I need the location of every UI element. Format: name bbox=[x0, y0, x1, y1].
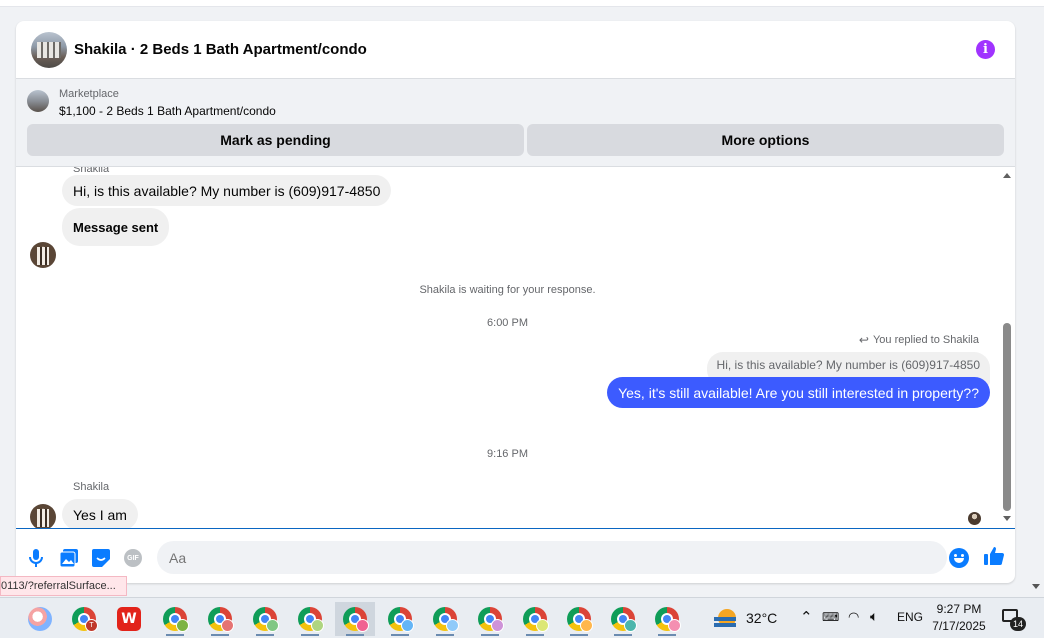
chrome-icon[interactable] bbox=[647, 602, 687, 636]
weather-icon[interactable] bbox=[714, 609, 738, 629]
sender-avatar[interactable] bbox=[30, 504, 56, 528]
browser-top-edge bbox=[0, 0, 1044, 7]
marketplace-banner: Marketplace $1,100 - 2 Beds 1 Bath Apart… bbox=[16, 79, 1015, 167]
reply-icon: ↩ bbox=[858, 333, 869, 347]
mark-as-pending-button[interactable]: Mark as pending bbox=[27, 124, 524, 156]
chat-window: Shakila · 2 Beds 1 Bath Apartment/condo … bbox=[16, 21, 1015, 583]
gif-icon[interactable]: GIF bbox=[123, 548, 143, 568]
incoming-message[interactable]: Hi, is this available? My number is (609… bbox=[62, 175, 392, 206]
timestamp: 6:00 PM bbox=[487, 317, 528, 329]
notification-count: 14 bbox=[1010, 617, 1026, 631]
status-url-text: 0113/?referralSurface... bbox=[1, 580, 116, 592]
sender-avatar[interactable] bbox=[30, 242, 56, 268]
thumbs-up-icon[interactable] bbox=[984, 546, 1004, 566]
waiting-response-notice: Shakila is waiting for your response. bbox=[419, 284, 596, 296]
chrome-icon[interactable] bbox=[155, 602, 195, 636]
chrome-icon[interactable] bbox=[515, 602, 555, 636]
clock-date: 7/17/2025 bbox=[932, 619, 986, 633]
emoji-icon[interactable] bbox=[949, 548, 969, 568]
temperature[interactable]: 32°C bbox=[746, 610, 777, 626]
chrome-icon[interactable] bbox=[245, 602, 285, 636]
wps-glyph: W bbox=[117, 607, 141, 631]
replied-to-text: You replied to Shakila bbox=[872, 334, 979, 346]
language-indicator[interactable]: ENG bbox=[897, 610, 923, 624]
wifi-icon[interactable]: ◠ bbox=[848, 609, 859, 625]
listing-avatar[interactable] bbox=[31, 31, 67, 68]
sender-name: Shakila bbox=[73, 481, 110, 493]
outgoing-message[interactable]: Yes, it's still available! Are you still… bbox=[607, 377, 990, 408]
gif-label: GIF bbox=[124, 549, 142, 567]
more-options-button[interactable]: More options bbox=[527, 124, 1004, 156]
chrome-icon[interactable] bbox=[603, 602, 643, 636]
chrome-icon[interactable] bbox=[380, 602, 420, 636]
photo-icon[interactable] bbox=[59, 548, 79, 568]
message-list[interactable]: Shakila Hi, is this available? My number… bbox=[16, 167, 1015, 528]
seen-indicator-avatar bbox=[968, 512, 981, 525]
chrome-icon[interactable] bbox=[425, 602, 465, 636]
timestamp: 9:16 PM bbox=[487, 448, 528, 460]
message-input[interactable] bbox=[157, 541, 947, 574]
scroll-down-arrow-icon[interactable] bbox=[1003, 516, 1011, 521]
info-icon[interactable]: i bbox=[976, 40, 995, 59]
volume-icon[interactable]: 🔈︎ bbox=[870, 608, 878, 625]
chevron-up-icon[interactable]: ⌃ bbox=[800, 608, 813, 626]
incoming-message[interactable]: Message sent bbox=[62, 208, 170, 246]
sticker-icon[interactable] bbox=[91, 548, 111, 568]
chrome-icon[interactable] bbox=[290, 602, 330, 636]
chat-title[interactable]: Shakila · 2 Beds 1 Bath Apartment/condo bbox=[74, 41, 367, 58]
paint-icon[interactable] bbox=[20, 602, 60, 636]
chrome-icon[interactable] bbox=[470, 602, 510, 636]
sender-name-cut: Shakila bbox=[73, 167, 110, 175]
notification-icon[interactable]: 14 bbox=[1002, 607, 1026, 631]
marketplace-label: Marketplace bbox=[59, 88, 119, 100]
microphone-icon[interactable] bbox=[26, 548, 46, 568]
clock[interactable]: 9:27 PM 7/17/2025 bbox=[928, 601, 990, 635]
chrome-icon[interactable] bbox=[559, 602, 599, 636]
chrome-icon[interactable] bbox=[335, 602, 375, 636]
clock-time: 9:27 PM bbox=[936, 602, 982, 616]
replied-to-label: ↩ You replied to Shakila bbox=[859, 333, 979, 347]
page-scroll-down-icon[interactable] bbox=[1032, 584, 1040, 589]
scroll-thumb[interactable] bbox=[1003, 323, 1011, 511]
incoming-message[interactable]: Yes I am bbox=[62, 499, 138, 528]
wps-office-icon[interactable]: W bbox=[109, 602, 149, 636]
message-composer: GIF bbox=[16, 528, 1015, 583]
status-bar-url: 0113/?referralSurface... bbox=[0, 576, 127, 596]
listing-title[interactable]: $1,100 - 2 Beds 1 Bath Apartment/condo bbox=[59, 104, 276, 118]
chrome-icon[interactable]: T bbox=[64, 602, 104, 636]
chat-header: Shakila · 2 Beds 1 Bath Apartment/condo … bbox=[16, 21, 1015, 79]
listing-thumbnail[interactable] bbox=[27, 90, 49, 112]
windows-taskbar: T W 32°C ⌃ ⌨ ◠ 🔈︎ ENG 9:27 PM 7/17/2025 … bbox=[0, 597, 1044, 638]
chrome-icon[interactable] bbox=[200, 602, 240, 636]
scroll-up-arrow-icon[interactable] bbox=[1003, 173, 1011, 178]
input-method-icon[interactable]: ⌨ bbox=[822, 610, 839, 624]
message-scrollbar[interactable] bbox=[1002, 173, 1012, 521]
chrome-profile-badge: T bbox=[85, 619, 98, 632]
